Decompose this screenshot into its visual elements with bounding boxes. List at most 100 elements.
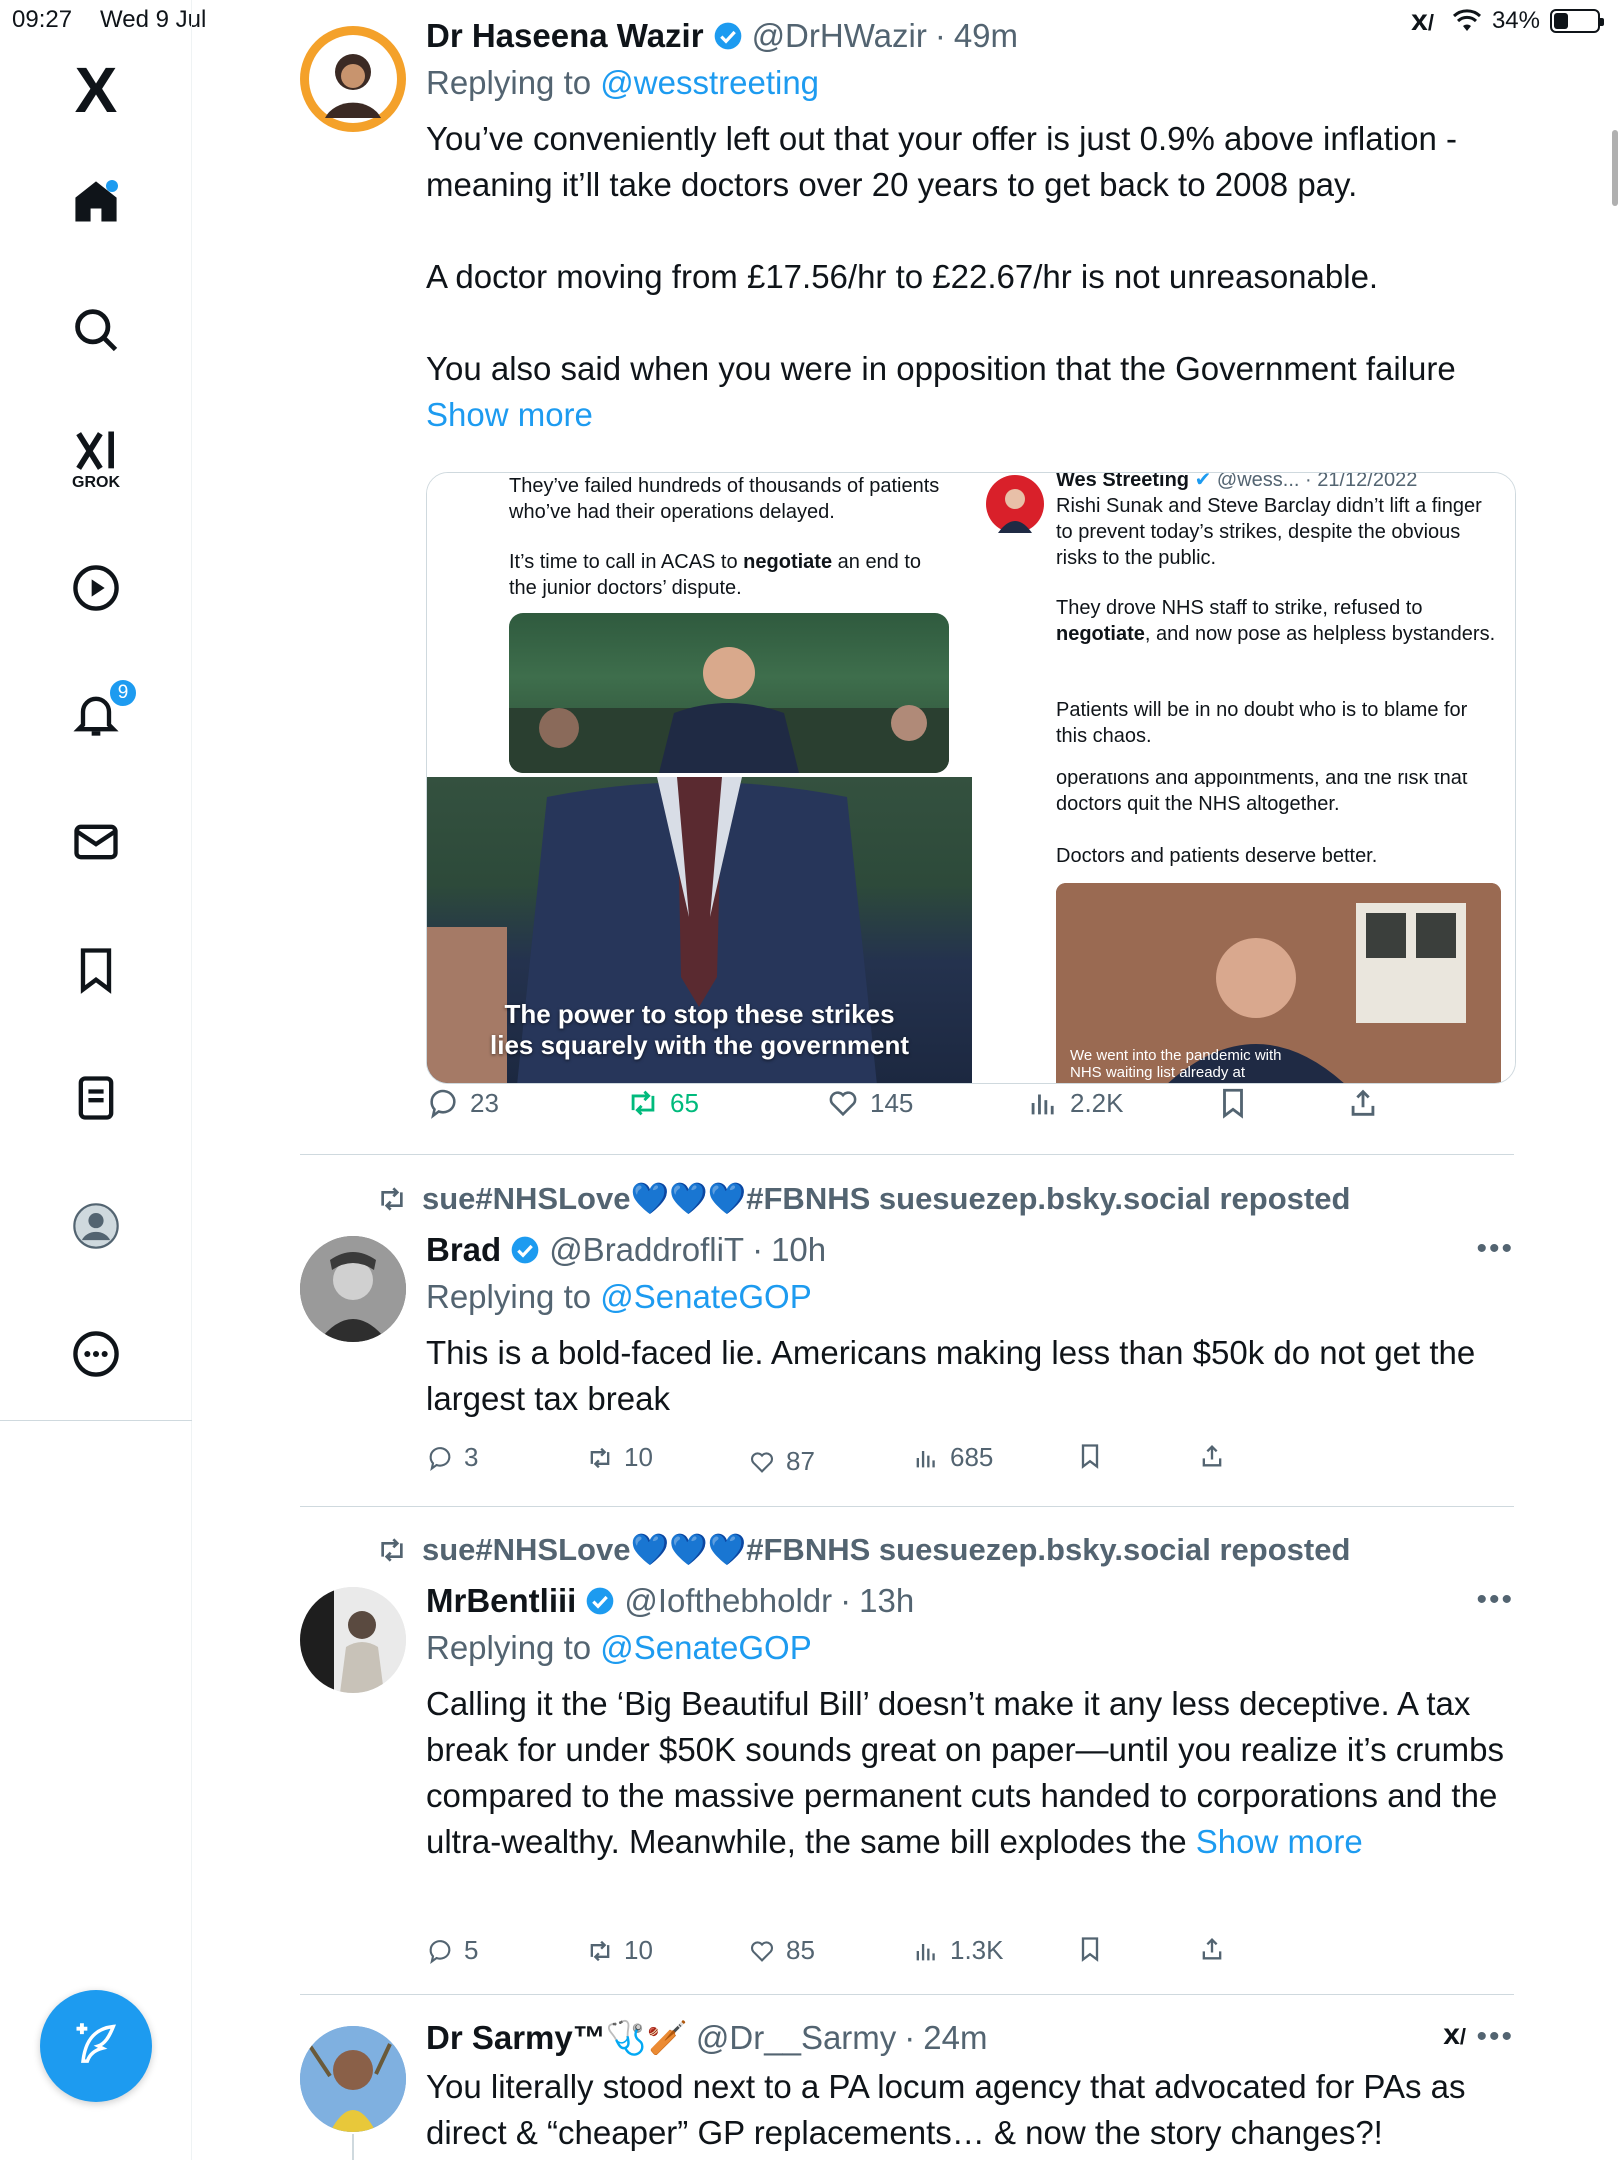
replying-to-handle[interactable]: @wesstreeting xyxy=(600,64,819,101)
home-new-dot xyxy=(106,180,118,192)
display-name[interactable]: Dr Sarmy™🩺🏏 xyxy=(426,2016,688,2060)
nav-grok[interactable]: GROK xyxy=(56,418,136,498)
views-button[interactable]: 2.2K xyxy=(1026,1086,1124,1120)
more-options-icon[interactable]: ••• xyxy=(1476,1583,1514,1617)
like-count: 87 xyxy=(786,1446,815,1476)
post-actions: 23 65 145 2.2K xyxy=(426,1086,1426,1126)
reply-icon xyxy=(429,1446,451,1471)
media-image-3[interactable]: Wes Streeting ✔ @wess... · 21/12/2022 Ri… xyxy=(976,473,1515,1083)
repost-context: sue#NHSLove💙💙💙#FBNHS suesuezep.bsky.soci… xyxy=(376,1180,1350,1217)
avatar[interactable] xyxy=(300,1587,406,1693)
repost-context-text[interactable]: sue#NHSLove💙💙💙#FBNHS suesuezep.bsky.soci… xyxy=(422,1180,1350,1217)
more-icon xyxy=(73,1331,119,1377)
notification-badge: 9 xyxy=(108,678,138,708)
verified-badge-icon xyxy=(714,22,741,50)
quoted-p1: Rishi Sunak and Steve Barclay didn’t lif… xyxy=(1056,495,1482,569)
avatar-portrait-icon xyxy=(300,1236,406,1342)
post-header: Brad @BraddrofliT · 10h xyxy=(426,1228,1514,1272)
bookmark-icon xyxy=(1081,1937,1099,1962)
handle[interactable]: @Dr__Sarmy xyxy=(696,2016,896,2060)
news-video-still: We went into the pandemic with NHS waiti… xyxy=(1056,883,1501,1083)
post-paragraph-text: You also said when you were in oppositio… xyxy=(426,350,1456,387)
bookmark-button[interactable] xyxy=(1216,1086,1250,1120)
nav-lists[interactable] xyxy=(56,1058,136,1138)
heart-icon xyxy=(750,1940,774,1962)
quoted-cut-line: operations and appointments, and the ris… xyxy=(1056,773,1468,787)
display-name[interactable]: Brad xyxy=(426,1228,501,1272)
handle[interactable]: @DrHWazir xyxy=(752,14,927,58)
avatar-portrait-icon xyxy=(300,2026,406,2132)
x-logo[interactable]: X xyxy=(56,50,136,130)
reply-button[interactable]: 5 xyxy=(426,1935,478,1966)
media-1-text-1: They’ve failed hundreds of thousands of … xyxy=(509,475,940,523)
heart-icon xyxy=(829,1091,857,1117)
nav-home[interactable] xyxy=(56,162,136,242)
timestamp[interactable]: 10h xyxy=(771,1228,826,1272)
handle[interactable]: @BraddrofliT xyxy=(549,1228,744,1272)
bookmark-button[interactable] xyxy=(1076,1935,1104,1963)
views-button[interactable]: 685 xyxy=(912,1442,993,1473)
nav-messages[interactable] xyxy=(56,802,136,882)
share-icon xyxy=(1202,1445,1222,1467)
nav-video[interactable] xyxy=(56,548,136,628)
bookmark-button[interactable] xyxy=(1076,1442,1104,1470)
post-haseena[interactable]: Dr Haseena Wazir @DrHWazir · 49m Replyin… xyxy=(300,14,1516,1154)
nav-notifications[interactable]: 9 xyxy=(56,674,138,754)
views-button[interactable]: 1.3K xyxy=(912,1935,1004,1966)
grok-explain-icon[interactable]: x/ xyxy=(1443,2018,1466,2052)
reply-button[interactable]: 3 xyxy=(426,1442,478,1473)
post-text: Calling it the ‘Big Beautiful Bill’ does… xyxy=(426,1681,1514,1865)
post-brad[interactable]: sue#NHSLove💙💙💙#FBNHS suesuezep.bsky.soci… xyxy=(300,1180,1514,1510)
repost-icon xyxy=(590,1940,610,1961)
repost-icon xyxy=(631,1090,655,1116)
media-grid[interactable]: They’ve failed hundreds of thousands of … xyxy=(426,472,1516,1084)
share-button[interactable] xyxy=(1346,1086,1380,1120)
like-button[interactable]: 85 xyxy=(748,1935,815,1966)
handle[interactable]: @Iofthebholdr xyxy=(624,1579,832,1623)
display-name[interactable]: Dr Haseena Wazir xyxy=(426,14,704,58)
nav-profile[interactable] xyxy=(56,1186,136,1266)
avatar[interactable] xyxy=(300,26,406,132)
nav-search[interactable] xyxy=(56,290,136,370)
more-options-icon[interactable]: ••• xyxy=(1476,2020,1514,2054)
battery-icon xyxy=(1550,9,1604,33)
avatar[interactable] xyxy=(300,1236,406,1342)
share-button[interactable] xyxy=(1198,1442,1226,1470)
post-divider xyxy=(300,1994,1514,1995)
post-drsarmy[interactable]: Dr Sarmy™🩺🏏 @Dr__Sarmy · 24m You literal… xyxy=(300,2016,1514,2160)
replying-to-handle[interactable]: @SenateGOP xyxy=(600,1278,811,1315)
post-text: You literally stood next to a PA locum a… xyxy=(426,2068,1466,2151)
repost-context-text[interactable]: sue#NHSLove💙💙💙#FBNHS suesuezep.bsky.soci… xyxy=(422,1531,1350,1568)
media-image-1[interactable]: They’ve failed hundreds of thousands of … xyxy=(427,473,972,773)
share-button[interactable] xyxy=(1198,1935,1226,1963)
show-more-link[interactable]: Show more xyxy=(1196,1823,1363,1860)
media-image-2[interactable]: The power to stop these strikes lies squ… xyxy=(427,777,972,1083)
replying-to-handle[interactable]: @SenateGOP xyxy=(600,1629,811,1666)
post-header: Dr Sarmy™🩺🏏 @Dr__Sarmy · 24m xyxy=(426,2016,1514,2060)
timestamp[interactable]: 24m xyxy=(923,2016,987,2060)
show-more-link[interactable]: Show more xyxy=(426,396,593,433)
verified-badge-icon xyxy=(587,1587,614,1615)
timestamp[interactable]: 13h xyxy=(859,1579,914,1623)
like-button[interactable]: 145 xyxy=(826,1086,913,1120)
repost-button[interactable]: 65 xyxy=(626,1086,699,1120)
post-mrbentliii[interactable]: sue#NHSLove💙💙💙#FBNHS suesuezep.bsky.soci… xyxy=(300,1531,1514,1991)
scrollbar[interactable] xyxy=(1612,130,1618,206)
repost-button[interactable]: 10 xyxy=(586,1442,653,1473)
views-count: 2.2K xyxy=(1070,1087,1124,1118)
compose-button[interactable] xyxy=(40,1990,152,2102)
reply-button[interactable]: 23 xyxy=(426,1086,499,1120)
nav-bookmarks[interactable] xyxy=(56,930,136,1010)
display-name[interactable]: MrBentliii xyxy=(426,1579,576,1623)
avatar[interactable] xyxy=(300,2026,406,2132)
more-options-icon[interactable]: ••• xyxy=(1476,1232,1514,1266)
avatar-portrait-icon xyxy=(309,35,397,123)
timestamp[interactable]: 49m xyxy=(954,14,1018,58)
nav-more[interactable] xyxy=(56,1314,136,1394)
repost-button[interactable]: 10 xyxy=(586,1935,653,1966)
like-button[interactable]: 87 xyxy=(748,1446,815,1477)
news-caption-line-1: We went into the pandemic with xyxy=(1070,1047,1282,1064)
speaker-figure-icon xyxy=(509,647,949,773)
media-1-text-2b: negotiate xyxy=(743,551,833,573)
separator-dot: · xyxy=(934,17,946,54)
